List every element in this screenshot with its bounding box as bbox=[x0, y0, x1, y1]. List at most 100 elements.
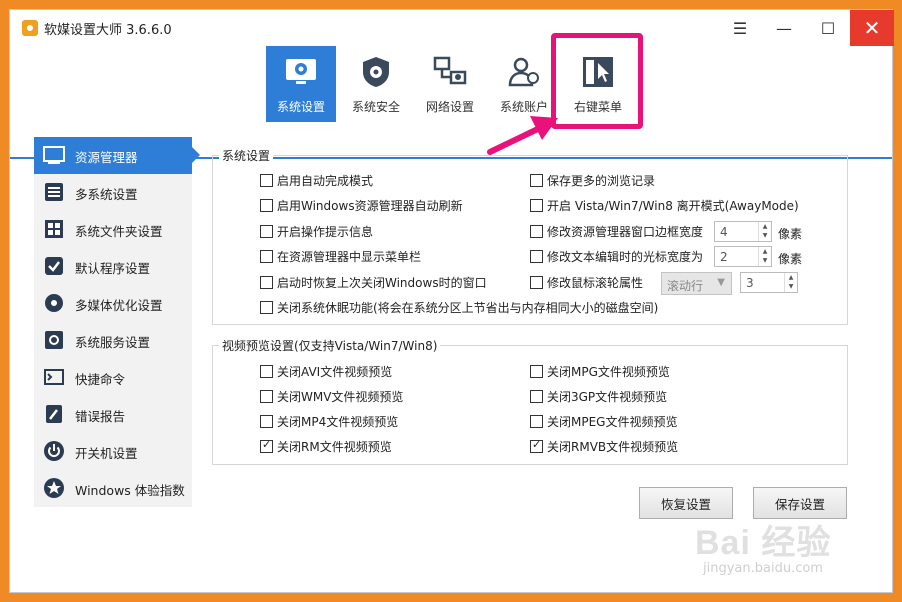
group-title: 视频预览设置(仅支持Vista/Win7/Win8) bbox=[219, 337, 441, 354]
option-label: 启用自动完成模式 bbox=[277, 174, 374, 188]
checkbox[interactable] bbox=[530, 276, 543, 289]
maximize-button[interactable]: ☐ bbox=[806, 10, 850, 46]
checkbox[interactable] bbox=[260, 199, 273, 212]
option-restore-windows[interactable]: 启动时恢复上次关闭Windows时的窗口 bbox=[260, 274, 487, 291]
pointer-arrow-icon bbox=[487, 116, 558, 155]
checkbox[interactable] bbox=[530, 415, 543, 428]
option-mpg[interactable]: 关闭MPG文件视频预览 bbox=[530, 363, 670, 380]
tab-network-settings[interactable]: 网络设置 bbox=[415, 46, 485, 122]
option-auto-refresh[interactable]: 启用Windows资源管理器自动刷新 bbox=[260, 197, 463, 214]
option-label: 关闭AVI文件视频预览 bbox=[277, 365, 393, 379]
sidebar-item-power[interactable]: 开关机设置 bbox=[34, 433, 192, 470]
watermark-logo: Bai 经验 bbox=[695, 524, 832, 562]
tab-system-security[interactable]: 系统安全 bbox=[341, 46, 411, 122]
stepper-arrows-icon[interactable]: ▲ ▼ bbox=[758, 247, 771, 266]
sidebar-item-multi-system[interactable]: 多系统设置 bbox=[34, 174, 192, 211]
sidebar-item-label: 系统服务设置 bbox=[75, 335, 151, 350]
close-button[interactable]: ✕ bbox=[850, 10, 894, 46]
sidebar-item-experience-index[interactable]: Windows 体验指数 bbox=[34, 470, 192, 507]
sidebar-item-services[interactable]: 系统服务设置 bbox=[34, 322, 192, 359]
power-icon bbox=[44, 441, 64, 461]
checkbox[interactable] bbox=[530, 225, 543, 238]
explorer-icon bbox=[43, 146, 65, 164]
checkbox-checked[interactable] bbox=[530, 438, 543, 453]
unit-label: 像素 bbox=[778, 252, 803, 266]
windows-folder-icon bbox=[45, 220, 63, 238]
sidebar-item-default-programs[interactable]: 默认程序设置 bbox=[34, 248, 192, 285]
command-icon bbox=[44, 369, 64, 385]
option-mpeg[interactable]: 关闭MPEG文件视频预览 bbox=[530, 413, 677, 430]
stepper-arrows-icon[interactable]: ▲ ▼ bbox=[784, 273, 797, 292]
checkbox[interactable] bbox=[530, 390, 543, 403]
select-value: 滚动行 bbox=[667, 279, 704, 293]
option-autocomplete[interactable]: 启用自动完成模式 bbox=[260, 172, 373, 189]
option-label: 关闭RM文件视频预览 bbox=[277, 440, 392, 454]
option-label: 关闭RMVB文件视频预览 bbox=[547, 440, 679, 454]
stepper-arrows-icon[interactable]: ▲ ▼ bbox=[758, 222, 771, 241]
chevron-down-icon: ▼ bbox=[717, 277, 725, 288]
sidebar-item-label: 快捷命令 bbox=[75, 372, 126, 387]
sidebar-item-explorer[interactable]: 资源管理器 bbox=[34, 137, 200, 174]
sidebar-item-label: 资源管理器 bbox=[75, 150, 138, 165]
option-label: 保存更多的浏览记录 bbox=[547, 174, 656, 188]
service-gear-icon bbox=[45, 331, 63, 349]
checkbox[interactable] bbox=[260, 174, 273, 187]
cursor-width-stepper[interactable]: 2 ▲ ▼ bbox=[714, 246, 772, 267]
video-preview-group: 视频预览设置(仅支持Vista/Win7/Win8) 关闭AVI文件视频预览 关… bbox=[212, 337, 848, 465]
sidebar-item-label: 多媒体优化设置 bbox=[75, 298, 163, 313]
border-width-stepper[interactable]: 4 ▲ ▼ bbox=[714, 221, 772, 242]
option-label: 关闭系统休眠功能(将会在系统分区上节省出与内存相同大小的磁盘空间) bbox=[277, 301, 659, 315]
option-label: 关闭WMV文件视频预览 bbox=[277, 390, 404, 404]
system-settings-group: 系统设置 启用自动完成模式 保存更多的浏览记录 启用Windows资源管理器自动… bbox=[212, 147, 848, 325]
checkbox[interactable] bbox=[530, 199, 543, 212]
sidebar-item-quick-commands[interactable]: 快捷命令 bbox=[34, 359, 192, 396]
tab-system-settings[interactable]: 系统设置 bbox=[266, 46, 336, 122]
title-bar: 软媒设置大师 3.6.6.0 ☰ — ☐ ✕ bbox=[10, 10, 894, 46]
option-label: 修改资源管理器窗口边框宽度 bbox=[547, 225, 704, 239]
sidebar-item-system-folder[interactable]: 系统文件夹设置 bbox=[34, 211, 192, 248]
app-window: 软媒设置大师 3.6.6.0 ☰ — ☐ ✕ 系统设置 系统安全 网络设置 系统… bbox=[9, 9, 894, 593]
option-tooltips[interactable]: 开启操作提示信息 bbox=[260, 223, 373, 240]
option-label: 在资源管理器中显示菜单栏 bbox=[277, 250, 422, 264]
option-label: 启用Windows资源管理器自动刷新 bbox=[277, 199, 463, 213]
sidebar-item-label: 系统文件夹设置 bbox=[75, 224, 163, 239]
checkbox-checked[interactable] bbox=[260, 438, 273, 453]
checkbox[interactable] bbox=[260, 250, 273, 263]
checkbox[interactable] bbox=[260, 390, 273, 403]
minimize-button[interactable]: — bbox=[762, 10, 806, 46]
sidebar-item-label: Windows 体验指数 bbox=[75, 483, 185, 498]
option-3gp[interactable]: 关闭3GP文件视频预览 bbox=[530, 388, 667, 405]
option-menubar[interactable]: 在资源管理器中显示菜单栏 bbox=[260, 248, 421, 265]
star-icon bbox=[44, 478, 64, 498]
check-shield-icon bbox=[45, 257, 63, 275]
option-cursor-width[interactable]: 修改文本编辑时的光标宽度为 bbox=[530, 248, 703, 265]
option-border-width[interactable]: 修改资源管理器窗口边框宽度 bbox=[530, 223, 703, 240]
sidebar-item-media[interactable]: 多媒体优化设置 bbox=[34, 285, 192, 322]
option-away-mode[interactable]: 开启 Vista/Win7/Win8 离开模式(AwayMode) bbox=[530, 197, 799, 214]
checkbox[interactable] bbox=[530, 365, 543, 378]
app-logo-icon bbox=[22, 20, 38, 36]
option-hibernate[interactable]: 关闭系统休眠功能(将会在系统分区上节省出与内存相同大小的磁盘空间) bbox=[260, 299, 658, 316]
scroll-lines-stepper[interactable]: 3 ▲ ▼ bbox=[740, 272, 798, 293]
checkbox[interactable] bbox=[260, 415, 273, 428]
option-avi[interactable]: 关闭AVI文件视频预览 bbox=[260, 363, 392, 380]
watermark: Bai 经验 jingyan.baidu.com bbox=[695, 515, 865, 585]
checkbox[interactable] bbox=[260, 276, 273, 289]
checkbox[interactable] bbox=[530, 250, 543, 263]
option-mp4[interactable]: 关闭MP4文件视频预览 bbox=[260, 413, 398, 430]
scroll-mode-select[interactable]: 滚动行 ▼ bbox=[661, 272, 732, 295]
option-rm[interactable]: 关闭RM文件视频预览 bbox=[260, 438, 392, 455]
option-rmvb[interactable]: 关闭RMVB文件视频预览 bbox=[530, 438, 678, 455]
checkbox[interactable] bbox=[260, 301, 273, 314]
stepper-value: 2 bbox=[720, 250, 728, 264]
sidebar-item-label: 开关机设置 bbox=[75, 446, 138, 461]
checkbox[interactable] bbox=[260, 225, 273, 238]
option-save-history[interactable]: 保存更多的浏览记录 bbox=[530, 172, 655, 189]
checkbox[interactable] bbox=[530, 174, 543, 187]
menu-button[interactable]: ☰ bbox=[718, 10, 762, 46]
checkbox[interactable] bbox=[260, 365, 273, 378]
sidebar-item-label: 多系统设置 bbox=[75, 187, 138, 202]
option-mouse-wheel[interactable]: 修改鼠标滚轮属性 bbox=[530, 274, 643, 291]
sidebar-item-error-report[interactable]: 错误报告 bbox=[34, 396, 192, 433]
option-wmv[interactable]: 关闭WMV文件视频预览 bbox=[260, 388, 403, 405]
